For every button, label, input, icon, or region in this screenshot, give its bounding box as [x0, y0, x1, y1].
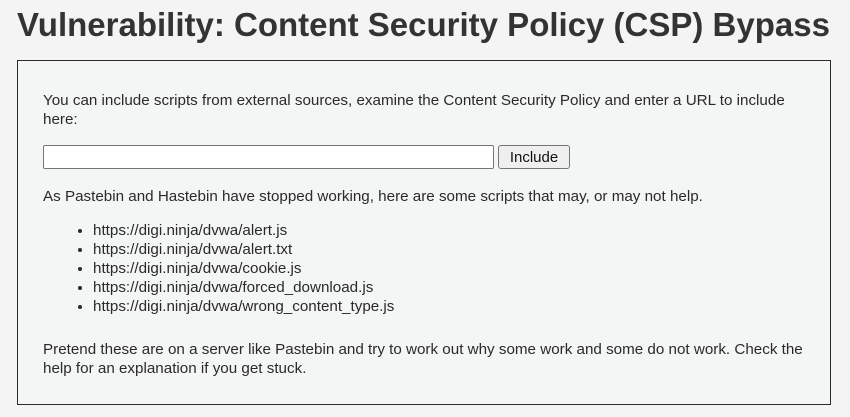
script-list-item: https://digi.ninja/dvwa/alert.js: [93, 221, 394, 240]
page-title: Vulnerability: Content Security Policy (…: [17, 6, 830, 43]
script-list-item: https://digi.ninja/dvwa/alert.txt: [93, 240, 394, 259]
intro-text: You can include scripts from external so…: [43, 92, 785, 128]
script-list-item: https://digi.ninja/dvwa/forced_download.…: [93, 278, 394, 297]
notice-text: As Pastebin and Hastebin have stopped wo…: [43, 188, 703, 205]
script-list: https://digi.ninja/dvwa/alert.js https:/…: [43, 221, 394, 316]
url-input[interactable]: [43, 145, 494, 169]
script-list-item: https://digi.ninja/dvwa/wrong_content_ty…: [93, 297, 394, 316]
script-list-item: https://digi.ninja/dvwa/cookie.js: [93, 259, 394, 278]
footer-text: Pretend these are on a server like Paste…: [43, 341, 803, 377]
include-button[interactable]: Include: [498, 145, 570, 169]
vulnerable-code-area: You can include scripts from external so…: [17, 60, 831, 405]
